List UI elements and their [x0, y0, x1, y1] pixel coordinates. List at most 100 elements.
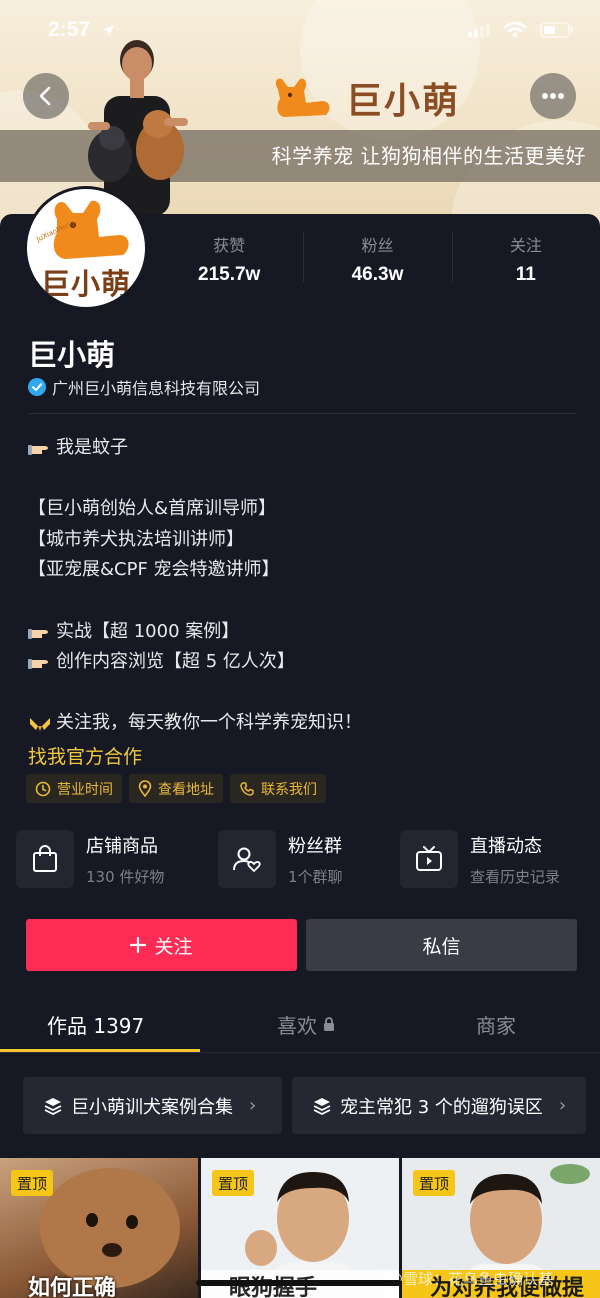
bio-text: 实战【超 1000 案例】: [56, 620, 240, 642]
video-thumbnail[interactable]: 置顶 如何正确: [0, 1158, 198, 1298]
feature-fan-group[interactable]: 粉丝群 1个群聊: [218, 830, 343, 888]
live-tv-icon: [416, 846, 442, 871]
pointing-hand-icon: [28, 628, 48, 639]
feature-row: 店铺商品 130 件好物 粉丝群 1个群聊 直播动态 查看历史记录: [16, 830, 586, 892]
stat-following[interactable]: 关注 11: [451, 230, 600, 290]
collection-item[interactable]: 宠主常犯 3 个的遛狗误区 ›: [292, 1077, 586, 1134]
pinned-badge: 置顶: [212, 1170, 255, 1196]
fan-group-icon: [233, 847, 261, 873]
feature-title: 直播动态: [470, 835, 542, 857]
layers-icon: [44, 1097, 62, 1115]
tab-label: 喜欢: [277, 1014, 317, 1038]
tab-likes[interactable]: 喜欢: [277, 1010, 335, 1039]
message-button[interactable]: 私信: [306, 919, 577, 971]
bio-line: 我是蚊子: [28, 433, 588, 464]
verification-row: 广州巨小萌信息科技有限公司: [28, 375, 260, 399]
video-caption: 如何正确: [28, 1276, 117, 1298]
brand-name: 巨小萌: [346, 81, 461, 122]
follow-button[interactable]: 关注: [26, 919, 297, 971]
status-icons: [468, 22, 574, 38]
stat-likes[interactable]: 获赞 215.7w: [155, 230, 303, 290]
feature-subtitle: 查看历史记录: [470, 867, 561, 886]
content-tabs: 作品 1397 喜欢 商家: [0, 998, 600, 1054]
home-indicator[interactable]: [196, 1280, 402, 1286]
tabs-divider: [0, 1052, 600, 1053]
bio-line: 【巨小萌创始人&首席训导师】: [28, 494, 588, 525]
tab-works[interactable]: 作品 1397: [47, 1010, 144, 1039]
bio-line: [28, 464, 588, 495]
business-chips: 营业时间 查看地址 联系我们: [26, 774, 326, 803]
avatar-text: 巨小萌: [41, 267, 132, 301]
watermark: @雪球：花鸟鱼虫确认基: [388, 1270, 554, 1288]
video-thumbnail[interactable]: 置顶 眼狗握手: [201, 1158, 399, 1298]
bio: 我是蚊子 【巨小萌创始人&首席训导师】 【城市养犬执法培训讲师】 【亚宠展&CP…: [28, 433, 588, 739]
chip-contact-us[interactable]: 联系我们: [230, 774, 326, 803]
bio-line: 【亚宠展&CPF 宠会特邀讲师】: [28, 555, 588, 586]
banner-brand: 巨小萌: [270, 72, 460, 124]
bio-line: 【城市养犬执法培训讲师】: [28, 525, 588, 556]
bio-text: 【巨小萌创始人&首席训导师】: [28, 498, 277, 520]
bio-line: [28, 586, 588, 617]
layers-icon: [313, 1097, 331, 1115]
plus-icon: [130, 937, 147, 953]
feature-title: 店铺商品: [86, 835, 158, 857]
banner-slogan: 科学养宠 让狗狗相伴的生活更美好: [271, 144, 586, 168]
feature-subtitle: 1个群聊: [288, 867, 343, 886]
divider: [28, 413, 576, 414]
more-button[interactable]: [530, 73, 576, 119]
bio-text: 【城市养犬执法培训讲师】: [28, 528, 244, 550]
wifi-icon: [504, 22, 526, 38]
tab-label: 作品 1397: [47, 1014, 145, 1038]
lock-icon: [324, 1017, 334, 1031]
tab-merchant[interactable]: 商家: [476, 1010, 516, 1039]
collection-item[interactable]: 巨小萌训犬案例合集 ›: [23, 1077, 282, 1134]
bio-line: [28, 678, 588, 709]
bio-line: 实战【超 1000 案例】: [28, 617, 588, 648]
verification-text: 广州巨小萌信息科技有限公司: [52, 379, 261, 398]
bio-text: 【亚宠展&CPF 宠会特邀讲师】: [28, 559, 280, 581]
follow-label: 关注: [154, 935, 193, 958]
feature-icon-box: [218, 830, 276, 888]
tab-label: 商家: [476, 1014, 516, 1038]
pinned-badge: 置顶: [413, 1170, 456, 1196]
clock-icon: [35, 781, 51, 796]
feature-icon-box: [16, 830, 74, 888]
chip-view-address[interactable]: 查看地址: [129, 774, 223, 803]
stat-label: 粉丝: [361, 236, 394, 255]
clapping-hands-icon: [30, 717, 50, 731]
battery-icon: [540, 22, 573, 38]
avatar[interactable]: JuXiaoMeng 巨小萌: [24, 186, 148, 310]
signal-icon: [468, 23, 490, 37]
bio-text: 关注我，每天教你一个科学养宠知识！: [56, 712, 362, 734]
shopping-bag-icon: [33, 845, 57, 872]
pointing-hand-icon: [28, 659, 48, 670]
bio-line: 关注我，每天教你一个科学养宠知识！: [28, 708, 588, 739]
feature-subtitle: 130 件好物: [86, 867, 165, 886]
pinned-badge: 置顶: [11, 1170, 54, 1196]
phone-icon: [240, 781, 254, 796]
chevron-right-icon: ›: [558, 1095, 567, 1116]
status-time: 2:57: [48, 18, 91, 41]
stat-value: 46.3w: [351, 264, 404, 285]
profile-name: 巨小萌: [28, 338, 116, 372]
location-arrow-icon: [102, 25, 114, 37]
chip-label: 联系我们: [261, 781, 317, 798]
feature-shop-products[interactable]: 店铺商品 130 件好物: [16, 830, 164, 888]
bio-text: 创作内容浏览【超 5 亿人次】: [56, 651, 295, 673]
brand-dog-logo-icon: [275, 78, 330, 117]
stat-value: 11: [515, 264, 536, 285]
status-bar: 2:57: [0, 0, 600, 62]
collection-label: 巨小萌训犬案例合集: [71, 1096, 233, 1118]
stat-label: 关注: [509, 236, 542, 255]
official-cooperation-link[interactable]: 找我官方合作: [28, 742, 142, 769]
back-button[interactable]: [23, 73, 69, 119]
chip-business-hours[interactable]: 营业时间: [26, 774, 122, 803]
chip-label: 营业时间: [57, 781, 113, 798]
feature-live-history[interactable]: 直播动态 查看历史记录: [400, 830, 560, 888]
feature-title: 粉丝群: [288, 835, 342, 857]
profile-stats: 获赞 215.7w 粉丝 46.3w 关注 11: [155, 230, 600, 290]
feature-icon-box: [400, 830, 458, 888]
stat-label: 获赞: [213, 236, 246, 255]
stat-followers[interactable]: 粉丝 46.3w: [303, 230, 451, 290]
chevron-right-icon: ›: [249, 1095, 257, 1116]
